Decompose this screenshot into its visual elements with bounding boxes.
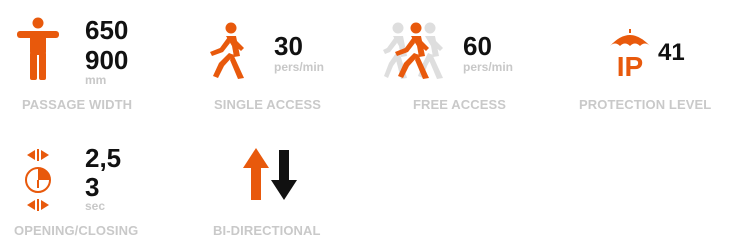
protection-level-label: PROTECTION LEVEL [579, 97, 712, 112]
spec-passage-width: 650 900 mm PASSAGE WIDTH [0, 0, 180, 120]
passage-width-label: PASSAGE WIDTH [22, 97, 133, 112]
opening-closing-value-2: 3 [85, 172, 100, 202]
spec-protection-level: IP 41 PROTECTION LEVEL [570, 0, 731, 120]
spec-single-access: 30 pers/min SINGLE ACCESS [190, 0, 370, 120]
passage-width-unit: mm [85, 73, 107, 87]
single-access-label: SINGLE ACCESS [214, 97, 322, 112]
single-access-unit: pers/min [274, 60, 325, 74]
walking-group-icon [383, 22, 443, 79]
free-access-value: 60 [463, 31, 492, 61]
opening-closing-label: OPENING/CLOSING [14, 223, 139, 238]
free-access-label: FREE ACCESS [413, 97, 507, 112]
passage-width-value-2: 900 [85, 45, 129, 75]
spec-opening-closing: 2,5 3 sec OPENING/CLOSING [0, 124, 180, 248]
opening-closing-value-1: 2,5 [85, 143, 122, 173]
ip-letters: IP [617, 51, 643, 80]
free-access-unit: pers/min [463, 60, 514, 74]
bi-directional-label: BI-DIRECTIONAL [213, 223, 321, 238]
up-down-arrows-icon [243, 148, 297, 200]
walking-person-icon [210, 22, 244, 79]
single-access-value: 30 [274, 31, 303, 61]
timer-arrows-icon [25, 149, 51, 211]
protection-level-value: 41 [658, 39, 685, 66]
standing-person-arms-out-icon [17, 17, 59, 80]
passage-width-value-1: 650 [85, 15, 129, 45]
opening-closing-unit: sec [85, 199, 106, 213]
umbrella-ip-icon: IP [610, 29, 650, 80]
spec-bi-directional: BI-DIRECTIONAL [190, 124, 370, 248]
spec-free-access: 60 pers/min FREE ACCESS [380, 0, 560, 120]
